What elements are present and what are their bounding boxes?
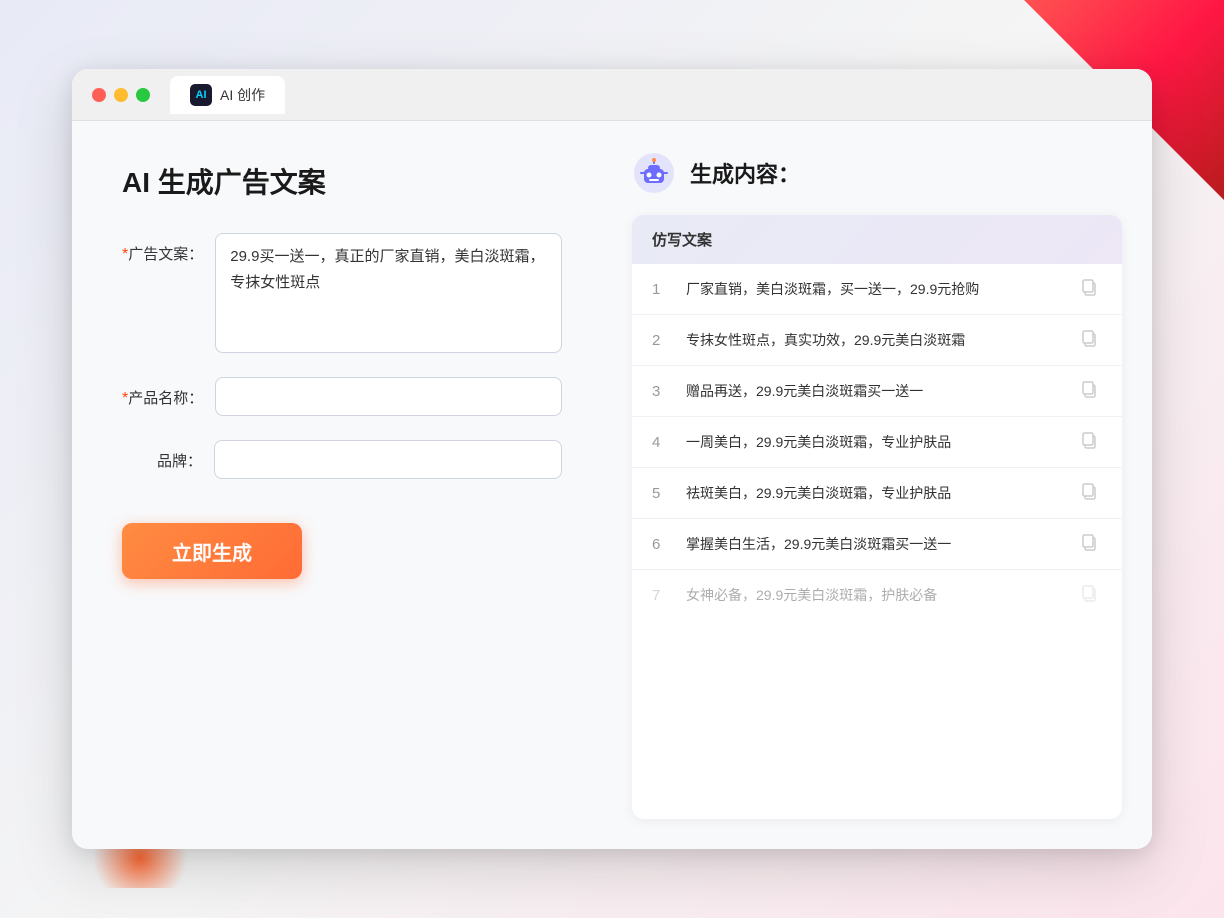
copy-icon[interactable] bbox=[1080, 278, 1102, 300]
generate-button[interactable]: 立即生成 bbox=[122, 523, 302, 579]
product-name-group: *产品名称： 美白淡斑霜 bbox=[122, 377, 562, 416]
row-text: 一周美白，29.9元美白淡斑霜，专业护肤品 bbox=[686, 432, 1066, 453]
table-row: 3 赠品再送，29.9元美白淡斑霜买一送一 bbox=[632, 366, 1122, 417]
copy-icon[interactable] bbox=[1080, 380, 1102, 402]
tab-ai-create[interactable]: AI AI 创作 bbox=[170, 76, 285, 114]
row-number: 3 bbox=[652, 383, 672, 400]
robot-icon bbox=[632, 151, 676, 195]
brand-input[interactable]: 好白 bbox=[214, 440, 562, 479]
minimize-button[interactable] bbox=[114, 88, 128, 102]
table-row: 1 厂家直销，美白淡斑霜，买一送一，29.9元抢购 bbox=[632, 264, 1122, 315]
brand-group: 品牌： 好白 bbox=[122, 440, 562, 479]
left-panel: AI 生成广告文案 *广告文案： 29.9买一送一，真正的厂家直销，美白淡斑霜，… bbox=[72, 121, 612, 849]
table-header: 仿写文案 bbox=[632, 215, 1122, 264]
tab-ai-icon: AI bbox=[190, 84, 212, 106]
brand-label: 品牌： bbox=[122, 440, 202, 471]
titlebar: AI AI 创作 bbox=[72, 69, 1152, 121]
table-row: 4 一周美白，29.9元美白淡斑霜，专业护肤品 bbox=[632, 417, 1122, 468]
browser-content: AI 生成广告文案 *广告文案： 29.9买一送一，真正的厂家直销，美白淡斑霜，… bbox=[72, 121, 1152, 849]
copy-icon[interactable] bbox=[1080, 431, 1102, 453]
row-text: 厂家直销，美白淡斑霜，买一送一，29.9元抢购 bbox=[686, 279, 1066, 300]
result-title: 生成内容： bbox=[690, 157, 800, 189]
row-number: 7 bbox=[652, 587, 672, 604]
right-panel: 生成内容： 仿写文案 1 厂家直销，美白淡斑霜，买一送一，29.9元抢购 2 专… bbox=[612, 121, 1152, 849]
ad-copy-label: *广告文案： bbox=[122, 233, 203, 264]
tab-label: AI 创作 bbox=[220, 85, 265, 105]
page-title: AI 生成广告文案 bbox=[122, 161, 562, 201]
copy-icon[interactable] bbox=[1080, 584, 1102, 606]
row-number: 6 bbox=[652, 536, 672, 553]
traffic-lights bbox=[92, 88, 150, 102]
table-rows: 1 厂家直销，美白淡斑霜，买一送一，29.9元抢购 2 专抹女性斑点，真实功效，… bbox=[632, 264, 1122, 620]
row-number: 5 bbox=[652, 485, 672, 502]
row-number: 2 bbox=[652, 332, 672, 349]
table-row: 7 女神必备，29.9元美白淡斑霜，护肤必备 bbox=[632, 570, 1122, 620]
ad-copy-textarea[interactable]: 29.9买一送一，真正的厂家直销，美白淡斑霜，专抹女性斑点 bbox=[215, 233, 562, 353]
row-text: 专抹女性斑点，真实功效，29.9元美白淡斑霜 bbox=[686, 330, 1066, 351]
ad-copy-group: *广告文案： 29.9买一送一，真正的厂家直销，美白淡斑霜，专抹女性斑点 bbox=[122, 233, 562, 353]
result-header: 生成内容： bbox=[632, 151, 1122, 195]
table-row: 2 专抹女性斑点，真实功效，29.9元美白淡斑霜 bbox=[632, 315, 1122, 366]
table-row: 5 祛斑美白，29.9元美白淡斑霜，专业护肤品 bbox=[632, 468, 1122, 519]
close-button[interactable] bbox=[92, 88, 106, 102]
row-number: 4 bbox=[652, 434, 672, 451]
row-text: 赠品再送，29.9元美白淡斑霜买一送一 bbox=[686, 381, 1066, 402]
table-row: 6 掌握美白生活，29.9元美白淡斑霜买一送一 bbox=[632, 519, 1122, 570]
row-number: 1 bbox=[652, 281, 672, 298]
copy-icon[interactable] bbox=[1080, 482, 1102, 504]
maximize-button[interactable] bbox=[136, 88, 150, 102]
row-text: 祛斑美白，29.9元美白淡斑霜，专业护肤品 bbox=[686, 483, 1066, 504]
product-name-label: *产品名称： bbox=[122, 377, 203, 408]
copy-icon[interactable] bbox=[1080, 329, 1102, 351]
row-text: 掌握美白生活，29.9元美白淡斑霜买一送一 bbox=[686, 534, 1066, 555]
product-name-input[interactable]: 美白淡斑霜 bbox=[215, 377, 562, 416]
copy-icon[interactable] bbox=[1080, 533, 1102, 555]
row-text: 女神必备，29.9元美白淡斑霜，护肤必备 bbox=[686, 585, 1066, 606]
browser-window: AI AI 创作 AI 生成广告文案 *广告文案： 29.9买一送一，真正的厂家… bbox=[72, 69, 1152, 849]
result-table: 仿写文案 1 厂家直销，美白淡斑霜，买一送一，29.9元抢购 2 专抹女性斑点，… bbox=[632, 215, 1122, 819]
